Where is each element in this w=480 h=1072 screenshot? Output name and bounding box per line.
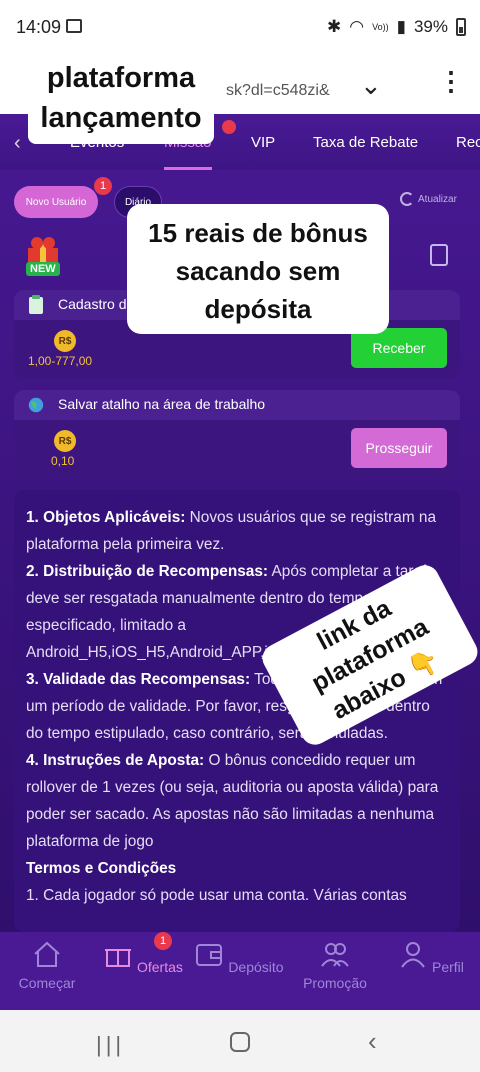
filter-new-user[interactable]: Novo Usuário xyxy=(14,186,98,218)
battery-percent: 39% xyxy=(413,17,448,36)
recent-apps-icon[interactable]: ||| xyxy=(96,1032,125,1058)
new-user-badge: 1 xyxy=(94,177,112,195)
nav-ofertas[interactable]: Ofertas xyxy=(98,940,188,975)
nav-perfil[interactable]: Perfil xyxy=(386,940,476,975)
more-vert-icon[interactable]: ⋮ xyxy=(438,66,464,97)
tab-vip[interactable]: VIP xyxy=(251,134,275,151)
back-icon[interactable]: ‹ xyxy=(368,1026,377,1057)
home-button-icon[interactable] xyxy=(230,1032,250,1052)
coin-icon: R$ xyxy=(54,330,76,352)
status-time: 14:09 xyxy=(16,17,62,37)
url-text[interactable]: sk?dl=c548zi& xyxy=(226,82,330,100)
terms-item: 4. Instruções de Aposta: O bônus concedi… xyxy=(26,752,439,850)
status-bar: 14:09 ✱ ◠ Vo)) ▮ 39% xyxy=(0,0,480,54)
profile-icon xyxy=(401,942,425,968)
refresh-label: Atualizar xyxy=(418,193,457,205)
refresh-icon xyxy=(400,192,414,206)
tab-notification-dot xyxy=(222,120,236,134)
clipboard-icon xyxy=(29,295,43,314)
document-icon[interactable] xyxy=(430,244,448,266)
terms-item: 1. Objetos Aplicáveis: Novos usuários qu… xyxy=(26,509,437,553)
bottom-navigation: Começar Ofertas Depósito Promoção Perfil xyxy=(0,932,480,1010)
terms-panel[interactable]: 1. Objetos Aplicáveis: Novos usuários qu… xyxy=(14,490,460,932)
receive-button[interactable]: Receber xyxy=(351,328,447,368)
task-card: Salvar atalho na área de trabalho R$ 0,1… xyxy=(14,390,460,478)
back-arrow-icon[interactable]: ‹ xyxy=(14,132,21,155)
battery-icon xyxy=(456,18,466,36)
task-reward: 1,00-777,00 xyxy=(28,354,93,368)
caption-top: plataforma lançamento xyxy=(28,54,214,144)
task-title: Salvar atalho na área de trabalho xyxy=(58,396,266,412)
proceed-button[interactable]: Prosseguir xyxy=(351,428,447,468)
signal-icon: ▮ xyxy=(396,17,406,36)
chevron-down-icon[interactable]: ⌄ xyxy=(360,70,382,101)
nav-comecar[interactable]: Começar xyxy=(2,940,92,991)
task-header: Salvar atalho na área de trabalho xyxy=(14,390,460,420)
nav-promocao[interactable]: Promoção xyxy=(290,940,380,991)
coin-icon: R$ xyxy=(54,430,76,452)
status-right: ✱ ◠ Vo)) ▮ 39% xyxy=(327,17,466,37)
tab-rec[interactable]: Rec xyxy=(456,134,480,151)
nav-deposito[interactable]: Depósito xyxy=(194,940,284,975)
system-navigation-bar: ||| ‹ xyxy=(0,1010,480,1072)
refresh-button[interactable]: Atualizar xyxy=(400,192,457,206)
offers-badge: 1 xyxy=(154,932,172,950)
gift-icon xyxy=(105,949,132,967)
network-label: Vo)) xyxy=(372,22,389,32)
task-reward: 0,10 xyxy=(51,454,75,468)
users-icon xyxy=(321,943,349,967)
notification-icon xyxy=(66,19,82,33)
home-icon xyxy=(34,941,60,967)
wifi-icon: ◠ xyxy=(349,17,365,36)
globe-icon xyxy=(28,397,44,413)
caption-middle: 15 reais de bônus sacando sem depósita xyxy=(127,204,389,334)
bluetooth-icon: ✱ xyxy=(327,17,342,36)
new-label: NEW xyxy=(26,262,60,276)
tab-rebate[interactable]: Taxa de Rebate xyxy=(313,134,418,151)
terms-item: 1. Cada jogador só pode usar uma conta. … xyxy=(26,887,407,904)
terms-conditions-heading: Termos e Condições xyxy=(26,860,177,877)
wallet-icon xyxy=(196,944,223,966)
